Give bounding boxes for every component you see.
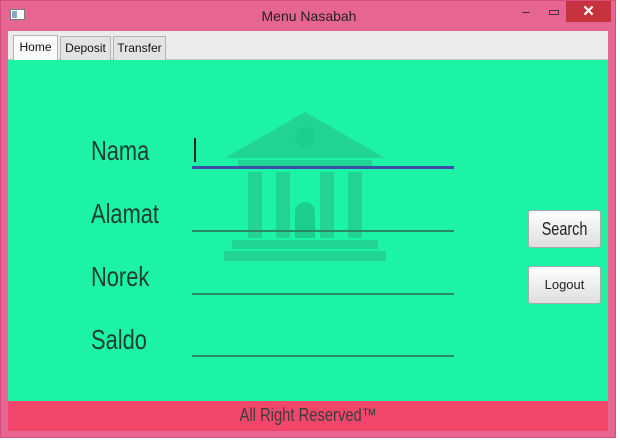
nama-field[interactable] bbox=[192, 141, 454, 169]
saldo-field[interactable] bbox=[192, 329, 454, 357]
tab-home[interactable]: Home bbox=[13, 35, 58, 60]
bank-base bbox=[224, 251, 386, 261]
footer-bar: All Right Reserved™ bbox=[8, 401, 608, 431]
close-button[interactable]: ✕ bbox=[566, 1, 611, 22]
norek-field[interactable] bbox=[192, 267, 454, 295]
alamat-label: Alamat bbox=[91, 198, 159, 229]
maximize-button[interactable]: ▭ bbox=[543, 1, 565, 22]
title-bar[interactable]: Menu Nasabah ‒ ▭ ✕ bbox=[1, 1, 617, 31]
saldo-label: Saldo bbox=[91, 324, 147, 355]
search-button[interactable]: Search bbox=[528, 210, 601, 248]
logout-button[interactable]: Logout bbox=[528, 266, 601, 304]
text-caret bbox=[194, 138, 196, 162]
tab-deposit[interactable]: Deposit bbox=[60, 36, 111, 60]
bank-base bbox=[232, 240, 378, 249]
bank-building-icon bbox=[224, 112, 386, 261]
search-button-label: Search bbox=[541, 219, 588, 239]
norek-label: Norek bbox=[91, 261, 150, 292]
alamat-field[interactable] bbox=[192, 204, 454, 232]
minimize-button[interactable]: ‒ bbox=[509, 1, 543, 22]
footer-copyright: All Right Reserved™ bbox=[239, 405, 377, 425]
tab-bar: Home Deposit Transfer bbox=[8, 31, 608, 60]
nama-label: Nama bbox=[91, 135, 150, 166]
tab-transfer[interactable]: Transfer bbox=[113, 36, 166, 60]
